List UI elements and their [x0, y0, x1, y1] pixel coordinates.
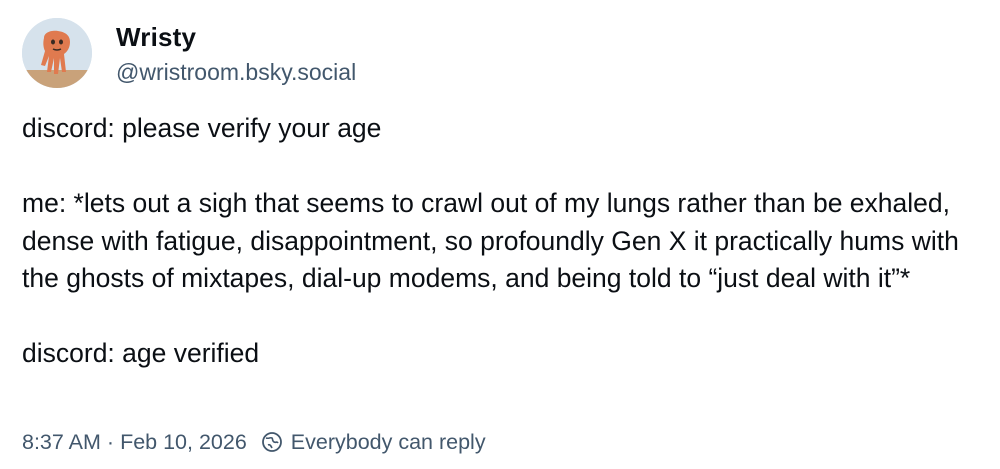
author-handle[interactable]: @wristroom.bsky.social	[116, 59, 356, 86]
reply-setting[interactable]: Everybody can reply	[291, 430, 486, 455]
post-paragraph: discord: age verified	[22, 338, 260, 368]
post-time[interactable]: 8:37 AM	[22, 430, 101, 455]
meta-separator: ·	[106, 429, 115, 454]
post-paragraph: me: *lets out a sigh that seems to crawl…	[22, 188, 959, 293]
post-meta: 8:37 AM · Feb 10, 2026 Everybody can rep…	[22, 427, 486, 457]
post: Wristy @wristroom.bsky.social discord: p…	[0, 0, 1000, 469]
globe-reply-icon	[261, 431, 283, 453]
post-paragraph: discord: please verify your age	[22, 113, 382, 143]
post-date[interactable]: Feb 10, 2026	[120, 430, 247, 455]
author-display-name[interactable]: Wristy	[116, 22, 196, 53]
hand-avatar-icon[interactable]	[22, 18, 92, 88]
post-text: discord: please verify your age me: *let…	[22, 110, 978, 373]
